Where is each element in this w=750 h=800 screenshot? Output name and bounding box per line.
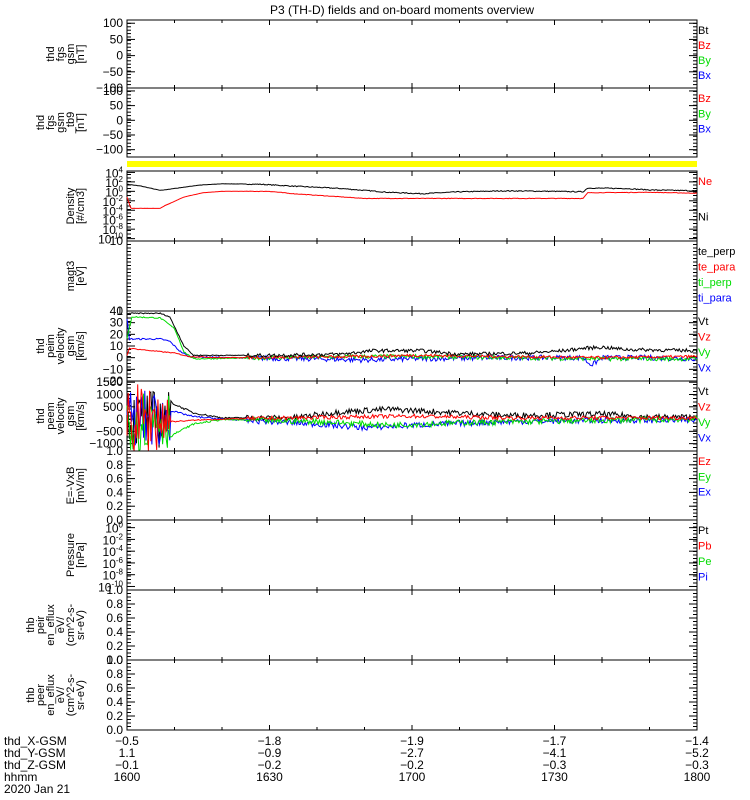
y-tick-label: 50 (110, 32, 124, 46)
y-axis-label: [nPa] (75, 542, 87, 568)
panel-9: 1.00.80.60.40.20.0thbpeiren_efluxeV/(cm^… (25, 583, 698, 667)
legend-pi: Pi (698, 572, 708, 584)
legend-ez: Ez (698, 456, 711, 468)
panel-frame (126, 589, 698, 661)
y-axis-label: [#/cm3] (75, 188, 87, 224)
legend-pt: Pt (698, 525, 708, 537)
panel-1: 100500−50−100thdfgsgsm[nT]BtBzByBx (45, 16, 711, 95)
orbit-row-value: 1600 (114, 770, 141, 784)
y-tick-label: 10 (110, 234, 124, 248)
date-label: 2020 Jan 21 (4, 782, 70, 796)
y-tick-label: 0.8 (106, 597, 123, 611)
y-tick-label: 0.6 (106, 681, 123, 695)
y-tick-label: 50 (110, 99, 124, 113)
y-tick-label: 100 (103, 84, 123, 98)
orbit-row-value: 1630 (256, 770, 283, 784)
panel-5: 403020100−10−20thdpeimvelocitygsm[km/s]V… (35, 304, 711, 388)
legend-bx: Bx (698, 70, 711, 82)
series-vt (126, 312, 698, 358)
legend-pe: Pe (698, 556, 711, 568)
legend-te_perp: te_perp (698, 246, 735, 258)
y-tick-label: 0.4 (106, 695, 123, 709)
legend-ne: Ne (698, 176, 712, 188)
y-tick-label: 100 (103, 16, 123, 30)
y-tick-label: −50 (103, 65, 124, 79)
y-tick-label: 1.0 (106, 653, 123, 667)
y-axis-label: [nT] (75, 113, 87, 132)
panel-7: 1.00.80.60.40.20.0E=-VxB[mV/m]EzEyEx (65, 444, 711, 527)
chart-title: P3 (TH-D) fields and on-board moments ov… (270, 3, 534, 17)
legend-bt: Bt (698, 25, 708, 37)
y-tick-label: 0.2 (106, 499, 123, 513)
legend-vz: Vz (698, 332, 711, 344)
y-tick-label: 0.4 (106, 485, 123, 499)
y-tick-label: 0 (116, 113, 123, 127)
y-tick-label: 0.2 (106, 639, 123, 653)
series-vy (126, 316, 697, 363)
orbit-row-value: 1800 (684, 770, 711, 784)
legend-pb: Pb (698, 541, 711, 553)
panel-frame (126, 87, 698, 158)
y-tick-label: 0.6 (106, 472, 123, 486)
panel-2: 100500−50−100thdfgsgsm_tb9[nT]BzByBx (35, 84, 711, 158)
legend-vt: Vt (698, 316, 708, 328)
y-tick-label: 0.4 (106, 625, 123, 639)
orbit-row-value: 1700 (399, 770, 426, 784)
y-axis-label: sr-eV) (75, 610, 87, 640)
panel-frame (126, 170, 698, 242)
panel-6: 150010005000−500−1000thdpeemvelocitygsm[… (35, 375, 711, 452)
legend-vz: Vz (698, 402, 711, 414)
legend-ey: Ey (698, 471, 711, 483)
panel-3: 10410210010-210-410-610-810-10Density[#/… (65, 165, 712, 246)
orbit-row-value: 1730 (541, 770, 568, 784)
y-tick-label: −50 (103, 128, 124, 142)
legend-vt: Vt (698, 386, 708, 398)
panel-8: 10010-210-410-610-810-10Pressure[nPa]PtP… (65, 519, 711, 594)
y-axis-label: [nT] (75, 45, 87, 64)
panel-frame (126, 450, 698, 521)
y-tick-label: 0.6 (106, 611, 123, 625)
legend-by: By (698, 108, 711, 120)
legend-bz: Bz (698, 93, 711, 105)
legend-ti_para: ti_para (698, 293, 733, 305)
overview-chart: P3 (TH-D) fields and on-board moments ov… (4, 3, 736, 796)
y-axis-label: [eV] (75, 266, 87, 286)
y-tick-label: 0 (116, 49, 123, 63)
legend-ni: Ni (698, 212, 708, 224)
panel-frame (126, 240, 698, 312)
highlight-bar (127, 161, 697, 167)
y-tick-label: 1.0 (106, 583, 123, 597)
legend-by: By (698, 55, 711, 67)
y-axis-label: sr-eV) (75, 680, 87, 710)
legend-bx: Bx (698, 124, 711, 136)
legend-bz: Bz (698, 40, 711, 52)
y-tick-label: 0.8 (106, 667, 123, 681)
legend-vy: Vy (698, 347, 711, 359)
y-axis-label: [km/s] (75, 331, 87, 360)
legend-ex: Ex (698, 487, 711, 499)
panel-frame (126, 19, 698, 89)
y-tick-label: 1.0 (106, 444, 123, 458)
y-axis-label: [mV/m] (75, 468, 87, 503)
y-tick-label: −100 (96, 143, 123, 157)
panel-frame (126, 519, 698, 591)
legend-vy: Vy (698, 417, 711, 429)
panel-frame (126, 659, 698, 731)
y-tick-label: 0.8 (106, 458, 123, 472)
legend-te_para: te_para (698, 262, 736, 274)
y-tick-label: 0.2 (106, 709, 123, 723)
y-axis-label: [km/s] (75, 401, 87, 430)
panel-10: 1.00.80.60.40.20.0thbpeeren_efluxeV/(cm^… (25, 653, 698, 737)
legend-vx: Vx (698, 363, 711, 375)
legend-ti_perp: ti_perp (698, 277, 732, 289)
panel-4: 101magt3[eV]te_perpte_parati_perpti_para (65, 234, 736, 318)
legend-vx: Vx (698, 433, 711, 445)
